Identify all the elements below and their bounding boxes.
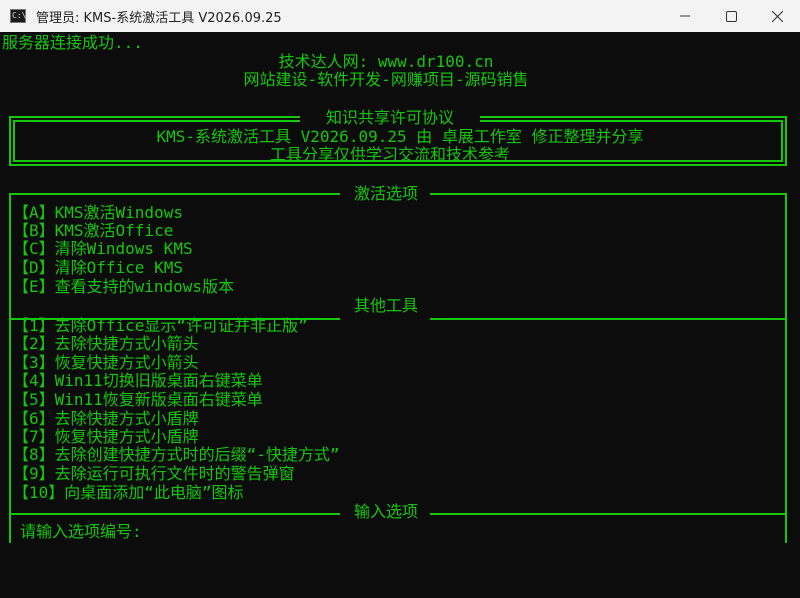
tool-option-5: 【5】Win11恢复新版桌面右键菜单 — [13, 390, 263, 409]
tool-option-8: 【8】去除创建快捷方式时的后缀“-快捷方式” — [13, 445, 340, 464]
input-prompt[interactable]: 请输入选项编号: — [20, 523, 142, 541]
close-button[interactable] — [754, 0, 800, 32]
maximize-button[interactable] — [708, 0, 754, 32]
activation-option-c: 【C】清除Windows KMS — [13, 239, 193, 258]
tool-option-6: 【6】去除快捷方式小盾牌 — [13, 409, 199, 428]
console-area[interactable]: 服务器连接成功... 技术达人网: www.dr100.cn 网站建设-软件开发… — [0, 32, 800, 598]
license-line-2: 工具分享仅供学习交流和技术参考 — [269, 145, 510, 164]
connection-status: 服务器连接成功... — [2, 33, 143, 52]
activation-option-b: 【B】KMS激活Office — [13, 221, 174, 240]
tool-option-4: 【4】Win11切换旧版桌面右键菜单 — [13, 371, 263, 390]
input-title: 输入选项 — [353, 502, 418, 521]
window-title: 管理员: KMS-系统激活工具 V2026.09.25 — [36, 10, 282, 26]
license-line-1: KMS-系统激活工具 V2026.09.25 由 卓展工作室 修正整理并分享 — [156, 127, 644, 146]
tool-option-10: 【10】向桌面添加“此电脑”图标 — [13, 483, 244, 502]
activation-title: 激活选项 — [353, 184, 418, 203]
minimize-icon — [680, 15, 690, 17]
tool-option-7: 【7】恢复快捷方式小盾牌 — [13, 427, 199, 446]
tool-option-3: 【3】恢复快捷方式小箭头 — [13, 353, 199, 372]
other-tools-title: 其他工具 — [353, 296, 418, 315]
cmd-icon: C:\ — [10, 9, 26, 23]
site-line: 技术达人网: www.dr100.cn — [278, 52, 494, 71]
close-icon — [771, 10, 783, 22]
license-title: 知识共享许可协议 — [325, 108, 454, 127]
tool-option-9: 【9】去除运行可执行文件时的警告弹窗 — [13, 464, 295, 483]
minimize-button[interactable] — [662, 0, 708, 32]
tool-option-2: 【2】去除快捷方式小箭头 — [13, 334, 199, 353]
tool-option-1: 【1】去除Office显示“许可证并非正版” — [13, 316, 308, 335]
activation-option-d: 【D】清除Office KMS — [13, 258, 183, 277]
title-bar[interactable]: C:\ 管理员: KMS-系统激活工具 V2026.09.25 — [0, 0, 800, 32]
services-line: 网站建设-软件开发-网赚项目-源码销售 — [243, 70, 529, 89]
activation-option-a: 【A】KMS激活Windows — [13, 203, 183, 222]
activation-option-e: 【E】查看支持的windows版本 — [13, 277, 235, 296]
maximize-icon — [725, 10, 737, 22]
